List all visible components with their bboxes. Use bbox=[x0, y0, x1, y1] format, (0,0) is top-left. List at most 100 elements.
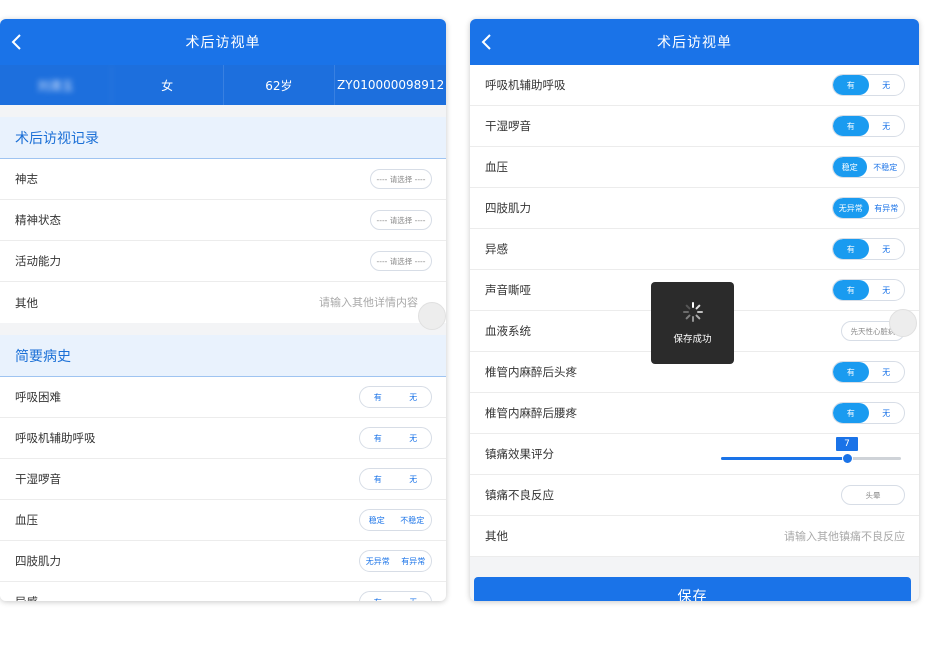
row-label: 镇痛效果评分 bbox=[485, 447, 554, 461]
limb-strength-toggle: 无异常 有异常 bbox=[359, 550, 432, 572]
option-normal[interactable]: 无异常 bbox=[360, 551, 396, 571]
rales-toggle: 有 无 bbox=[359, 468, 432, 490]
row-label: 椎管内麻醉后头疼 bbox=[485, 365, 577, 379]
hoarseness-toggle: 有 无 bbox=[832, 279, 905, 301]
ventilator-toggle: 有 无 bbox=[832, 74, 905, 96]
success-toast: 保存成功 bbox=[651, 282, 734, 364]
other-details-input[interactable] bbox=[218, 296, 418, 309]
slider-value-tooltip: 7 bbox=[836, 437, 858, 451]
option-yes[interactable]: 有 bbox=[360, 469, 396, 489]
screen-left: 术后访视单 刘清玉 女 62岁 ZY010000098912 术后访视记录 神志… bbox=[0, 19, 446, 601]
option-yes[interactable]: 有 bbox=[833, 362, 869, 382]
slider-thumb[interactable] bbox=[842, 453, 853, 464]
option-yes[interactable]: 有 bbox=[833, 116, 869, 136]
option-yes[interactable]: 有 bbox=[833, 280, 869, 300]
blood-pressure-toggle: 稳定 不稳定 bbox=[359, 509, 432, 531]
patient-name: 刘清玉 bbox=[0, 65, 112, 105]
floating-assistive-button[interactable] bbox=[418, 302, 446, 330]
row-label: 呼吸机辅助呼吸 bbox=[15, 431, 96, 445]
row-blood-pressure: 血压 稳定 不稳定 bbox=[0, 500, 446, 541]
row-label: 血压 bbox=[485, 160, 508, 174]
row-label: 呼吸机辅助呼吸 bbox=[485, 78, 566, 92]
row-label: 异感 bbox=[15, 594, 38, 601]
page-title: 术后访视单 bbox=[657, 35, 732, 51]
row-activity: 活动能力 ---- 请选择 ---- bbox=[0, 241, 446, 282]
option-yes[interactable]: 有 bbox=[360, 387, 396, 407]
row-label: 干湿啰音 bbox=[15, 472, 61, 486]
option-no[interactable]: 无 bbox=[869, 75, 905, 95]
option-no[interactable]: 无 bbox=[396, 592, 432, 602]
row-label: 干湿啰音 bbox=[485, 119, 531, 133]
option-no[interactable]: 无 bbox=[869, 239, 905, 259]
row-label: 四肢肌力 bbox=[15, 554, 61, 568]
row-label: 镇痛不良反应 bbox=[485, 488, 554, 502]
dyspnea-toggle: 有 无 bbox=[359, 386, 432, 408]
row-label: 椎管内麻醉后腰疼 bbox=[485, 406, 577, 420]
adverse-reaction-select[interactable]: 头晕 bbox=[841, 485, 905, 505]
row-other: 其他 bbox=[0, 282, 446, 323]
row-blood-pressure: 血压 稳定 不稳定 bbox=[470, 147, 919, 188]
spinal-headache-toggle: 有 无 bbox=[832, 361, 905, 383]
row-paresthesia: 异感 有 无 bbox=[470, 229, 919, 270]
option-abnormal[interactable]: 有异常 bbox=[869, 198, 905, 218]
row-label: 其他 bbox=[15, 295, 38, 310]
option-yes[interactable]: 有 bbox=[360, 428, 396, 448]
row-ventilator: 呼吸机辅助呼吸 有 无 bbox=[0, 418, 446, 459]
row-mental-state: 精神状态 ---- 请选择 ---- bbox=[0, 200, 446, 241]
option-stable[interactable]: 稳定 bbox=[833, 157, 867, 177]
patient-gender: 女 bbox=[112, 65, 224, 105]
option-abnormal[interactable]: 有异常 bbox=[396, 551, 432, 571]
option-no[interactable]: 无 bbox=[869, 362, 905, 382]
paresthesia-toggle: 有 无 bbox=[359, 591, 432, 601]
screen-right: 术后访视单 呼吸机辅助呼吸 有 无 干湿啰音 有 无 血压 稳定 不稳定 四肢肌… bbox=[470, 19, 919, 601]
row-label: 四肢肌力 bbox=[485, 201, 531, 215]
spacer bbox=[0, 105, 446, 117]
option-no[interactable]: 无 bbox=[869, 280, 905, 300]
row-pain-score: 镇痛效果评分 7 bbox=[470, 434, 919, 475]
option-yes[interactable]: 有 bbox=[833, 403, 869, 423]
patient-age: 62岁 bbox=[224, 65, 336, 105]
section-header-history: 简要病史 bbox=[0, 335, 446, 377]
navbar: 术后访视单 bbox=[0, 19, 446, 65]
paresthesia-toggle: 有 无 bbox=[832, 238, 905, 260]
spacer bbox=[0, 323, 446, 335]
option-no[interactable]: 无 bbox=[396, 469, 432, 489]
back-icon[interactable] bbox=[8, 31, 28, 53]
option-stable[interactable]: 稳定 bbox=[360, 510, 394, 530]
pain-score-slider[interactable]: 7 bbox=[721, 437, 901, 469]
option-normal[interactable]: 无异常 bbox=[833, 198, 869, 218]
ventilator-toggle: 有 无 bbox=[359, 427, 432, 449]
row-spinal-backache: 椎管内麻醉后腰疼 有 无 bbox=[470, 393, 919, 434]
row-label: 其他 bbox=[485, 529, 508, 543]
floating-assistive-button[interactable] bbox=[889, 309, 917, 337]
limb-strength-toggle: 无异常 有异常 bbox=[832, 197, 905, 219]
row-consciousness: 神志 ---- 请选择 ---- bbox=[0, 159, 446, 200]
option-no[interactable]: 无 bbox=[869, 403, 905, 423]
other-adverse-input[interactable] bbox=[705, 529, 905, 543]
activity-select[interactable]: ---- 请选择 ---- bbox=[370, 251, 432, 271]
row-label: 神志 bbox=[15, 172, 38, 186]
mental-state-select[interactable]: ---- 请选择 ---- bbox=[370, 210, 432, 230]
option-yes[interactable]: 有 bbox=[833, 239, 869, 259]
row-rales: 干湿啰音 有 无 bbox=[470, 106, 919, 147]
back-icon[interactable] bbox=[478, 31, 498, 53]
option-yes[interactable]: 有 bbox=[360, 592, 396, 602]
patient-id: ZY010000098912 bbox=[337, 78, 445, 92]
option-no[interactable]: 无 bbox=[396, 387, 432, 407]
option-no[interactable]: 无 bbox=[869, 116, 905, 136]
option-no[interactable]: 无 bbox=[396, 428, 432, 448]
save-button[interactable]: 保存 bbox=[474, 577, 911, 601]
row-label: 血压 bbox=[15, 513, 38, 527]
loading-spinner-icon bbox=[682, 301, 703, 322]
option-yes[interactable]: 有 bbox=[833, 75, 869, 95]
option-unstable[interactable]: 不稳定 bbox=[867, 157, 904, 177]
consciousness-select[interactable]: ---- 请选择 ---- bbox=[370, 169, 432, 189]
row-label: 精神状态 bbox=[15, 213, 61, 227]
toast-message: 保存成功 bbox=[673, 333, 712, 345]
option-unstable[interactable]: 不稳定 bbox=[394, 510, 431, 530]
row-limb-strength: 四肢肌力 无异常 有异常 bbox=[470, 188, 919, 229]
row-other: 其他 bbox=[470, 516, 919, 557]
row-label: 异感 bbox=[485, 242, 508, 256]
navbar: 术后访视单 bbox=[470, 19, 919, 65]
page-title: 术后访视单 bbox=[185, 35, 261, 51]
